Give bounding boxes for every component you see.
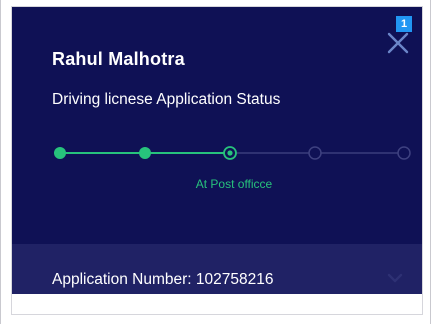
notification-card: Rahul Malhotra Driving licnese Applicati… [0,0,431,324]
close-icon[interactable] [384,29,412,57]
chevron-down-icon[interactable] [386,272,404,284]
status-header [12,7,422,244]
progress-step-4 [308,146,322,160]
applicant-name: Rahul Malhotra [52,49,185,69]
panel-bottom [12,294,422,314]
progress-step-2 [139,147,151,159]
progress-tracker [54,146,411,160]
progress-step-1 [54,147,66,159]
application-number: Application Number: 102758216 [52,271,274,288]
status-panel: Rahul Malhotra Driving licnese Applicati… [11,6,423,315]
status-subtitle: Driving licnese Application Status [52,91,281,108]
notification-count-badge: 1 [396,16,412,32]
progress-step-5 [397,146,411,160]
progress-step-3-dot [227,150,233,156]
current-step-label: At Post officce [195,177,273,191]
